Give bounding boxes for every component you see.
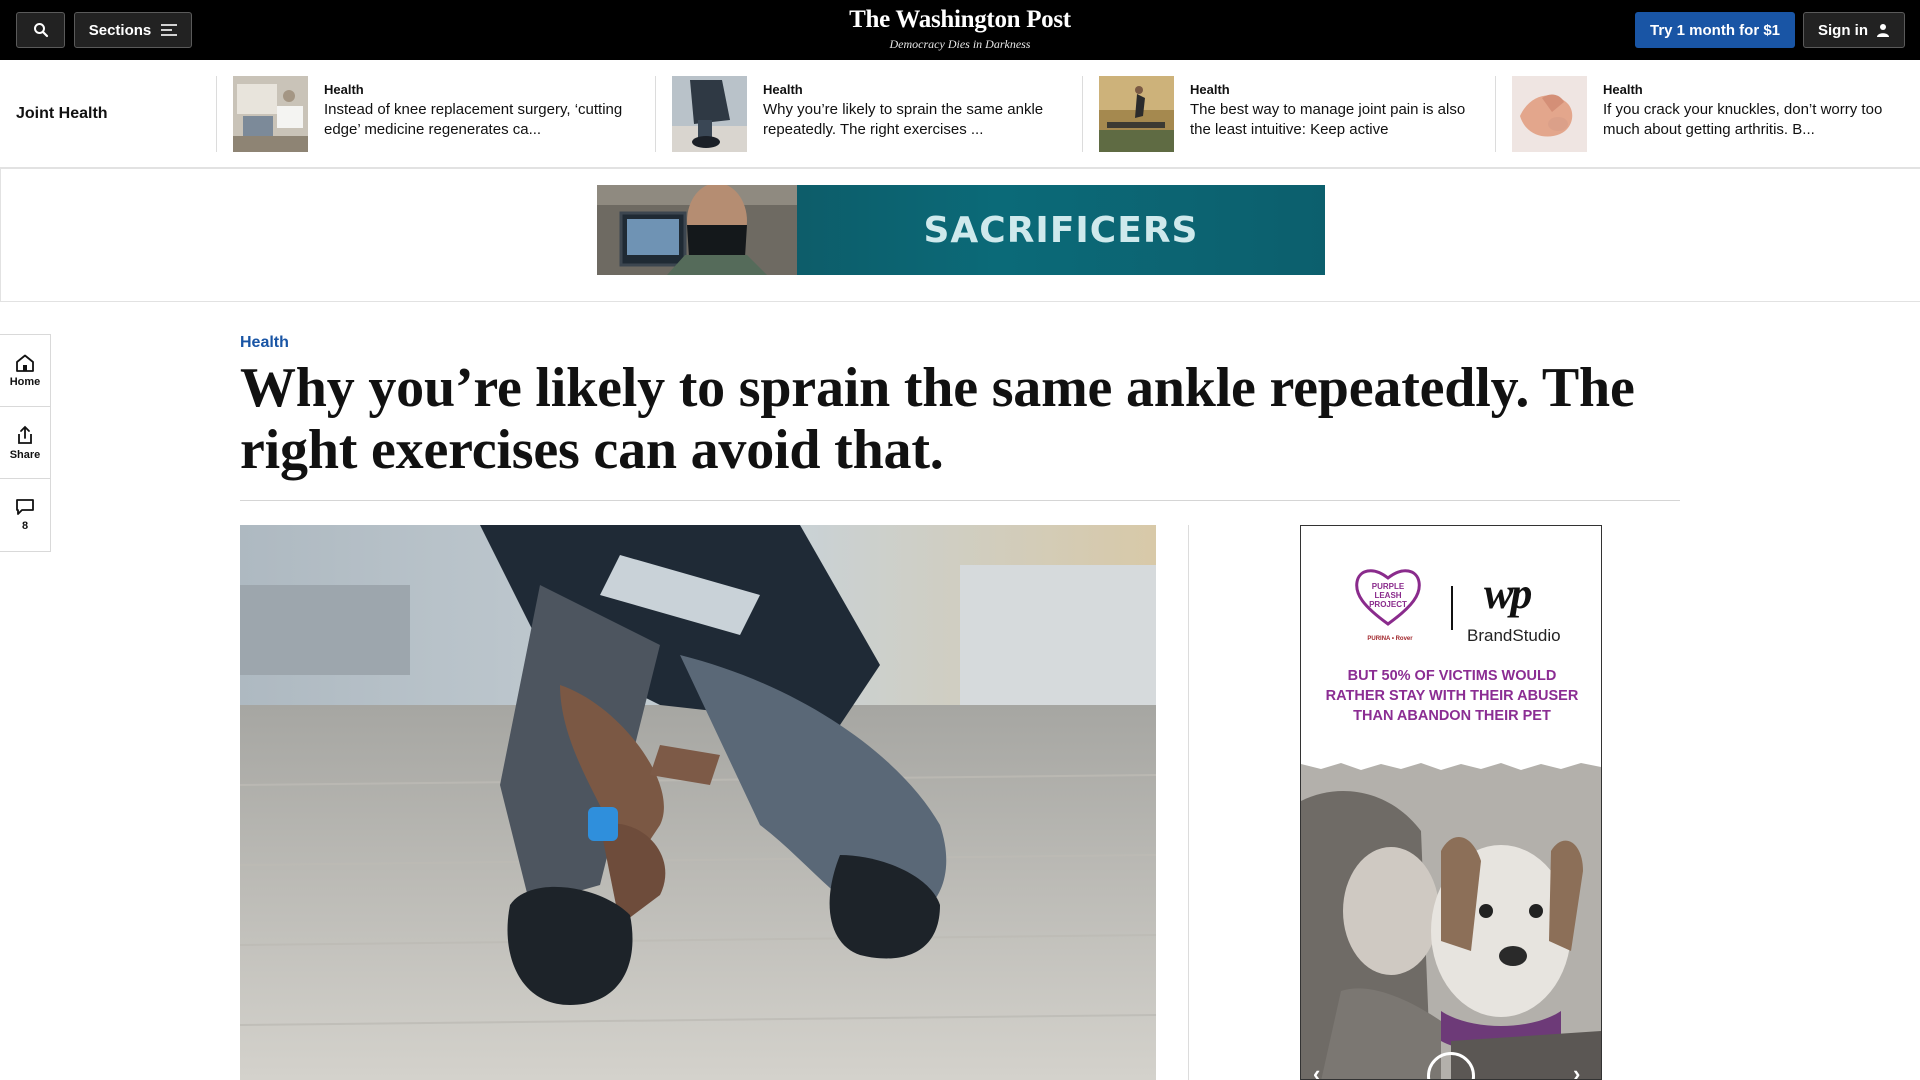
column-divider [1188,525,1189,1080]
sponsor-logos: PURINA • Rover [1367,636,1413,642]
article-section-kicker[interactable]: Health [240,334,289,352]
thumbnail-knee-xray [233,76,308,152]
topic-strip: Joint Health Health Instead of knee repl… [0,60,1920,168]
user-icon [1877,24,1889,37]
tagline: Democracy Dies in Darkness [889,37,1031,51]
comments-count: 8 [21,520,29,532]
sign-in-button[interactable]: Sign in [1803,12,1905,48]
ad-banner-text: SACRIFICERS [923,209,1199,251]
thumbnail-hands [1512,76,1587,152]
strip-headline: The best way to manage joint pain is als… [1190,101,1466,138]
strip-item-joint-pain[interactable]: Health The best way to manage joint pain… [1082,76,1495,152]
sections-label: Sections [88,21,152,39]
subscribe-button[interactable]: Try 1 month for $1 [1635,12,1795,48]
ad-band: SACRIFICERS [0,168,1920,302]
carousel-prev-icon[interactable]: ‹ [1313,1061,1320,1079]
strip-item-knee-surgery[interactable]: Health Instead of knee replacement surge… [216,76,654,152]
search-button[interactable] [16,12,65,48]
thumbnail-runner [1099,76,1174,152]
strip-item-knuckles[interactable]: Health If you crack your knuckles, don’t… [1495,76,1920,152]
wp-logo: wp [1484,569,1532,618]
sections-menu-button[interactable]: Sections [74,12,192,48]
masthead[interactable]: The Washington Post Democracy Dies in Da… [760,6,1160,52]
home-label: Home [9,375,41,388]
brand-studio-label: BrandStudio [1467,626,1561,645]
hamburger-icon [161,24,178,36]
comments-button[interactable]: 8 [0,479,50,551]
washington-post-logo: The Washington Post [849,6,1071,33]
sign-in-label: Sign in [1818,21,1868,39]
strip-headline: Why you’re likely to sprain the same ank… [763,101,1044,138]
article-action-rail: Home Share 8 [0,334,51,552]
top-navigation-bar: Sections The Washington Post Democracy D… [0,0,1920,60]
strip-item-ankle-sprain[interactable]: Health Why you’re likely to sprain the s… [655,76,1082,152]
ad-photo-masked-man [597,185,797,275]
share-button[interactable]: Share [0,407,50,479]
purple-leash-logo-text: PURPLE LEASH PROJECT [1369,582,1407,609]
side-ad-header: PURPLE LEASH PROJECT PURINA • Rover wp B… [1301,526,1601,761]
share-label: Share [9,448,41,461]
logo-divider [1451,586,1453,630]
ad-banner-sacrificers[interactable]: SACRIFICERS [597,185,1325,275]
side-ad-message: BUT 50% OF VICTIMS WOULD RATHER STAY WIT… [1325,668,1579,724]
side-ad-photo-woman-dog [1301,761,1601,1079]
strip-headline: If you crack your knuckles, don’t worry … [1603,101,1883,138]
strip-kicker: Health [324,82,364,97]
thumbnail-ankle [672,76,747,152]
home-icon [16,354,34,372]
strip-headline: Instead of knee replacement surgery, ‘cu… [324,101,623,138]
article-headline: Why you’re likely to sprain the same ank… [240,357,1635,481]
search-icon [33,23,48,38]
strip-kicker: Health [1603,82,1643,97]
strip-kicker: Health [1190,82,1230,97]
strip-kicker: Health [763,82,803,97]
share-icon [18,425,32,444]
comment-icon [16,499,34,515]
carousel-next-icon[interactable]: › [1573,1061,1580,1079]
headline-divider [240,500,1680,501]
hero-image-ankle [240,525,1156,1080]
home-button[interactable]: Home [0,335,50,407]
strip-title[interactable]: Joint Health [16,105,108,123]
side-ad-purple-leash[interactable]: PURPLE LEASH PROJECT PURINA • Rover wp B… [1300,525,1602,1080]
